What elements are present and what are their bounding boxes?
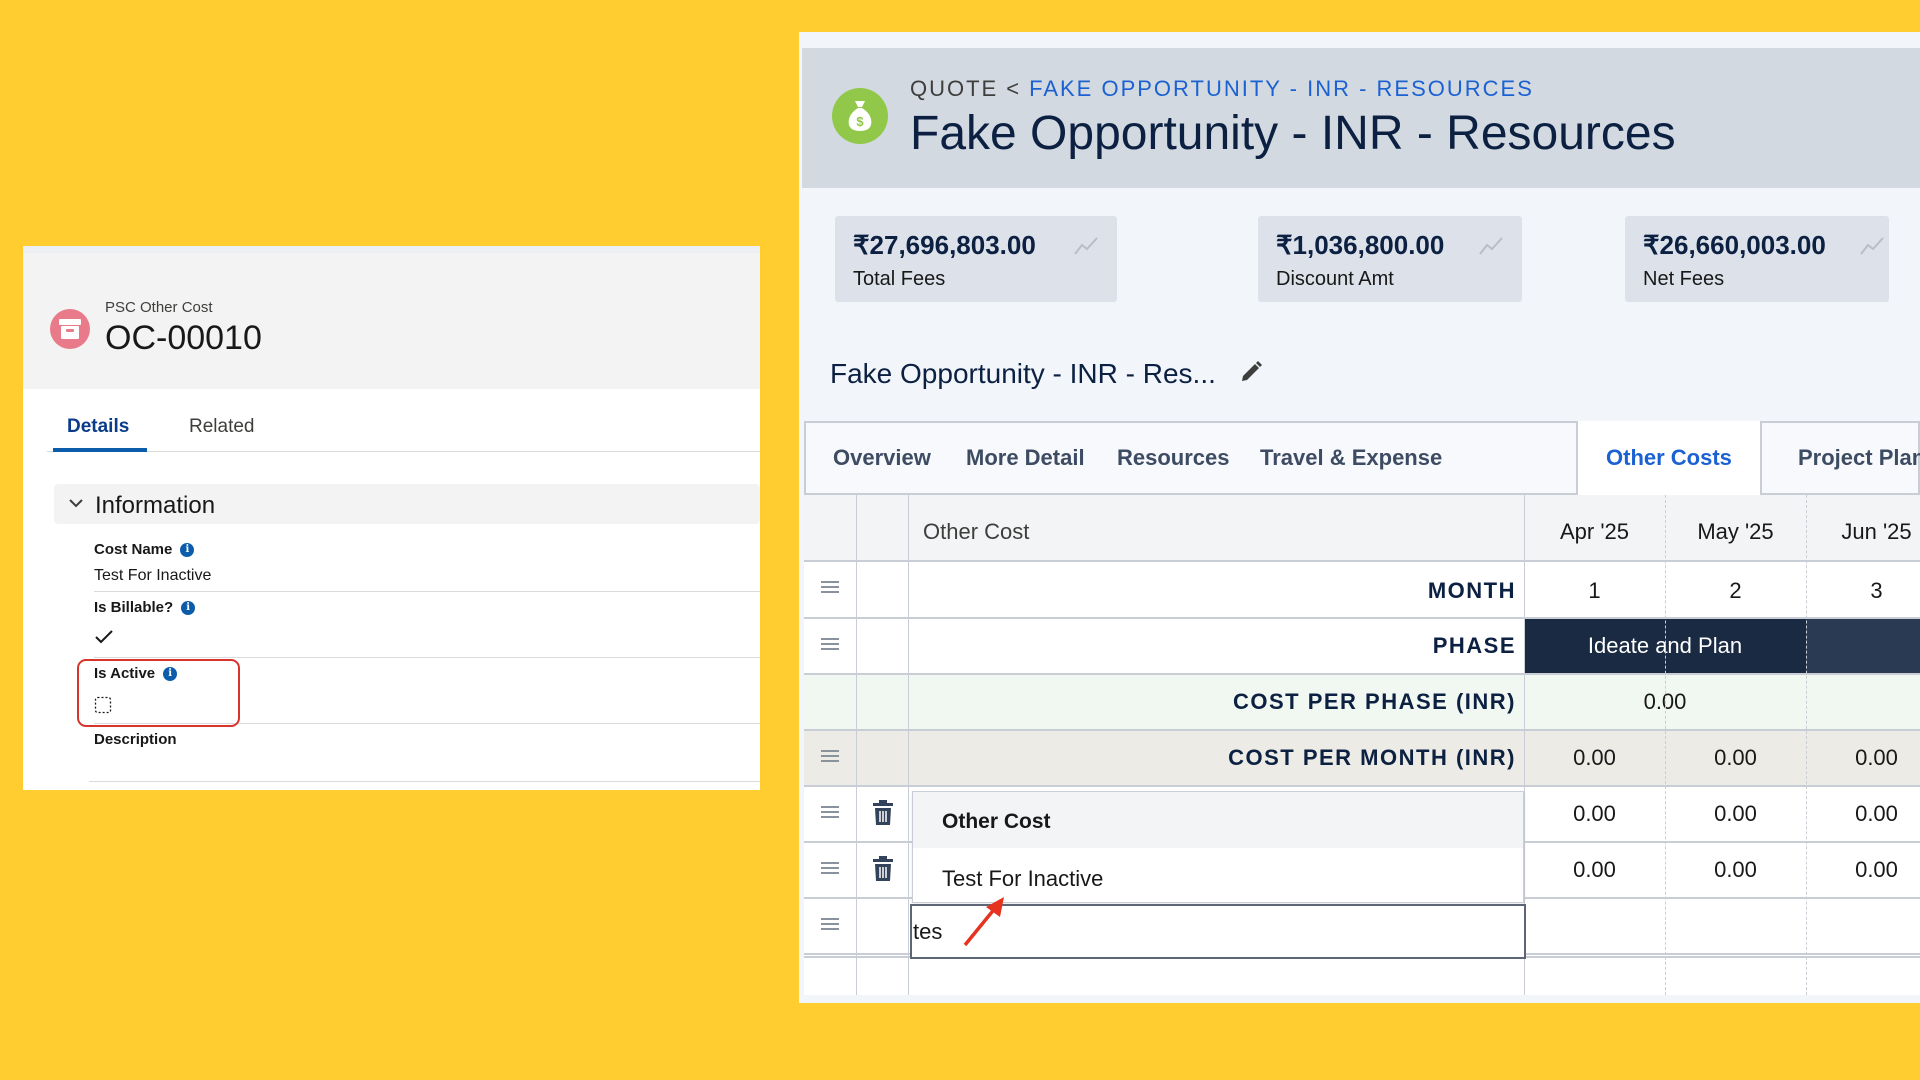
month-number: 2	[1729, 578, 1742, 603]
trash-icon[interactable]	[872, 856, 894, 882]
column-divider	[908, 495, 909, 995]
active-tab-indicator	[53, 448, 147, 452]
cost-cell[interactable]: 0.00	[1524, 801, 1665, 827]
other-cost-lookup-dropdown: Other Cost Test For Inactive	[912, 791, 1524, 903]
column-header-month: Jun '25	[1841, 519, 1912, 544]
record-tabs: Details Related	[47, 390, 760, 452]
is-billable-field: Is Billable? i	[94, 599, 760, 658]
tab-resources[interactable]: Resources	[1117, 445, 1230, 471]
drag-handle-icon[interactable]	[820, 804, 840, 820]
drag-handle-icon[interactable]	[820, 748, 840, 764]
object-label: PSC Other Cost	[105, 299, 213, 316]
kpi-discount-amt: ₹1,036,800.00 Discount Amt	[1258, 216, 1522, 302]
drag-handle-icon[interactable]	[820, 579, 840, 595]
money-bag-icon: $	[832, 88, 888, 144]
grid-row-cost-per-month: COST PER MONTH (INR) 0.00 0.00 0.00	[804, 731, 1920, 787]
kpi-value: ₹26,660,003.00	[1643, 230, 1826, 260]
cost-cell[interactable]: 0.00	[1665, 801, 1806, 827]
row-label-cost-per-month: COST PER MONTH (INR)	[1228, 745, 1516, 770]
checkmark-icon	[95, 630, 113, 644]
grid-row-cost-per-phase: COST PER PHASE (INR) 0.00	[804, 675, 1920, 731]
breadcrumb-separator: <	[1006, 76, 1022, 101]
dropdown-header: Other Cost	[913, 792, 1523, 848]
field-divider	[94, 591, 760, 592]
page-title: Fake Opportunity - INR - Resources	[910, 107, 1676, 160]
archive-box-icon	[50, 309, 90, 349]
kpi-value: ₹27,696,803.00	[853, 230, 1036, 260]
trash-icon[interactable]	[872, 800, 894, 826]
kpi-label: Total Fees	[853, 268, 946, 290]
quote-tabs: Overview More Detail Resources Travel & …	[804, 421, 1920, 495]
column-divider	[1806, 495, 1807, 995]
information-section-header[interactable]: Information	[54, 484, 760, 524]
tab-details[interactable]: Details	[67, 416, 129, 438]
kpi-label: Discount Amt	[1276, 268, 1394, 290]
column-divider	[856, 495, 857, 995]
cost-name-value: Test For Inactive	[94, 567, 212, 584]
grid-row-phase: PHASE Ideate and Plan	[804, 619, 1920, 675]
tab-related[interactable]: Related	[189, 416, 255, 438]
chevron-down-icon	[69, 499, 83, 508]
description-label: Description	[94, 731, 177, 748]
kpi-total-fees: ₹27,696,803.00 Total Fees	[835, 216, 1117, 302]
is-billable-label: Is Billable?	[94, 599, 174, 616]
tab-other-costs[interactable]: Other Costs	[1576, 421, 1762, 495]
quote-header: $ QUOTE < FAKE OPPORTUNITY - INR - RESOURC…	[802, 48, 1920, 188]
row-label-month: MONTH	[1427, 578, 1516, 603]
drag-handle-icon[interactable]	[820, 636, 840, 652]
record-title: OC-00010	[105, 319, 262, 357]
column-header-month: May '25	[1697, 519, 1774, 544]
is-active-highlight	[77, 659, 240, 727]
kpi-value: ₹1,036,800.00	[1276, 230, 1445, 260]
dropdown-option[interactable]: Test For Inactive	[942, 866, 1103, 892]
info-icon[interactable]: i	[180, 543, 195, 557]
cost-cell[interactable]: 0.00	[1806, 857, 1920, 883]
column-header-other-cost[interactable]: Other Cost	[923, 519, 1029, 545]
row-label-phase: PHASE	[1432, 633, 1516, 658]
drag-handle-icon[interactable]	[820, 860, 840, 876]
month-number: 1	[1588, 578, 1601, 603]
tab-travel-expense[interactable]: Travel & Expense	[1260, 445, 1442, 471]
info-icon[interactable]: i	[181, 601, 196, 615]
trend-icon[interactable]	[1478, 236, 1504, 256]
breadcrumb-object: QUOTE	[910, 76, 999, 101]
month-number: 3	[1870, 578, 1883, 603]
drag-handle-icon[interactable]	[820, 916, 840, 932]
cost-per-month-value: 0.00	[1855, 745, 1898, 770]
red-arrow-annotation	[963, 897, 1004, 947]
record-name: Fake Opportunity - INR - Res...	[830, 358, 1216, 389]
breadcrumb-opportunity-link[interactable]: FAKE OPPORTUNITY - INR - RESOURCES	[1029, 76, 1534, 101]
row-label-cost-per-phase: COST PER PHASE (INR)	[1232, 689, 1516, 714]
cost-name-label: Cost Name	[94, 541, 173, 558]
cost-name-field: Cost Name i Test For Inactive	[94, 541, 760, 592]
column-header-month: Apr '25	[1559, 519, 1630, 544]
svg-text:$: $	[856, 114, 864, 129]
breadcrumb: QUOTE < FAKE OPPORTUNITY - INR - RESOURCES	[910, 76, 1534, 102]
trend-icon[interactable]	[1073, 236, 1099, 256]
field-divider	[94, 657, 760, 658]
cost-cell[interactable]: 0.00	[1665, 857, 1806, 883]
cost-per-month-value: 0.00	[1714, 745, 1757, 770]
section-title: Information	[95, 492, 216, 519]
grid-header-row: Other Cost Apr '25 May '25 Jun '25	[804, 495, 1920, 562]
record-header: PSC Other Cost OC-00010	[23, 253, 760, 389]
kpi-label: Net Fees	[1643, 268, 1725, 290]
phase-bar-next	[1806, 619, 1920, 673]
tab-more-detail[interactable]: More Detail	[966, 445, 1085, 471]
trend-icon[interactable]	[1859, 236, 1885, 256]
grid-row-month: MONTH 1 2 3	[804, 562, 1920, 619]
tab-project-plan[interactable]: Project Plan	[1798, 445, 1920, 471]
pencil-edit-icon[interactable]	[1239, 360, 1263, 384]
cost-cell[interactable]: 0.00	[1806, 801, 1920, 827]
kpi-net-fees: ₹26,660,003.00 Net Fees	[1625, 216, 1889, 302]
description-field: Description	[89, 731, 760, 782]
tab-overview[interactable]: Overview	[833, 445, 931, 471]
cost-cell[interactable]: 0.00	[1524, 857, 1665, 883]
field-divider	[89, 781, 760, 782]
dropdown-header-text: Other Cost	[942, 810, 1051, 833]
column-divider	[1665, 495, 1666, 995]
cost-per-month-value: 0.00	[1573, 745, 1616, 770]
